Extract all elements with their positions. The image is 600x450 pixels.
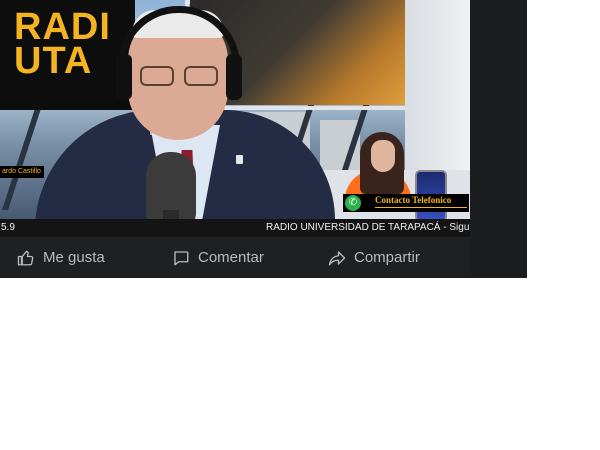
comment-icon <box>174 250 189 265</box>
contact-underline <box>375 207 467 208</box>
radio-logo: RADI UTA <box>0 0 135 110</box>
logo-line-2: UTA <box>14 40 93 82</box>
ticker-left-text: 5.9 <box>1 222 15 233</box>
thumbs-up-icon <box>17 250 34 265</box>
share-button[interactable]: Compartir <box>328 237 420 278</box>
like-button[interactable]: Me gusta <box>17 237 105 278</box>
comment-label: Comentar <box>198 249 264 266</box>
headphone-cup <box>116 54 132 100</box>
glasses-right <box>184 66 218 86</box>
side-panel <box>470 0 527 278</box>
phone-icon: ✆ <box>345 195 361 211</box>
headphone-cup <box>226 54 242 100</box>
post-container: RADI UTA ardo Castillo ✆ Contacto Telefo… <box>0 0 527 278</box>
news-ticker: 5.9 RADIO UNIVERSIDAD DE TARAPACÁ - Sigu <box>0 219 470 237</box>
comment-button[interactable]: Comentar <box>172 237 264 278</box>
ticker-right-text: RADIO UNIVERSIDAD DE TARAPACÁ - Sigu <box>266 222 470 233</box>
presenter-face <box>371 140 395 172</box>
video-player[interactable]: RADI UTA ardo Castillo ✆ Contacto Telefo… <box>0 0 470 237</box>
share-icon <box>328 250 346 265</box>
lapel-pin <box>236 155 243 164</box>
name-tag: ardo Castillo <box>0 166 44 178</box>
share-label: Compartir <box>354 249 420 266</box>
contact-label: Contacto Telefonico <box>375 195 452 205</box>
glasses-left <box>140 66 174 86</box>
post-action-bar: Me gusta Comentar Compartir <box>0 237 470 278</box>
like-label: Me gusta <box>43 249 105 266</box>
